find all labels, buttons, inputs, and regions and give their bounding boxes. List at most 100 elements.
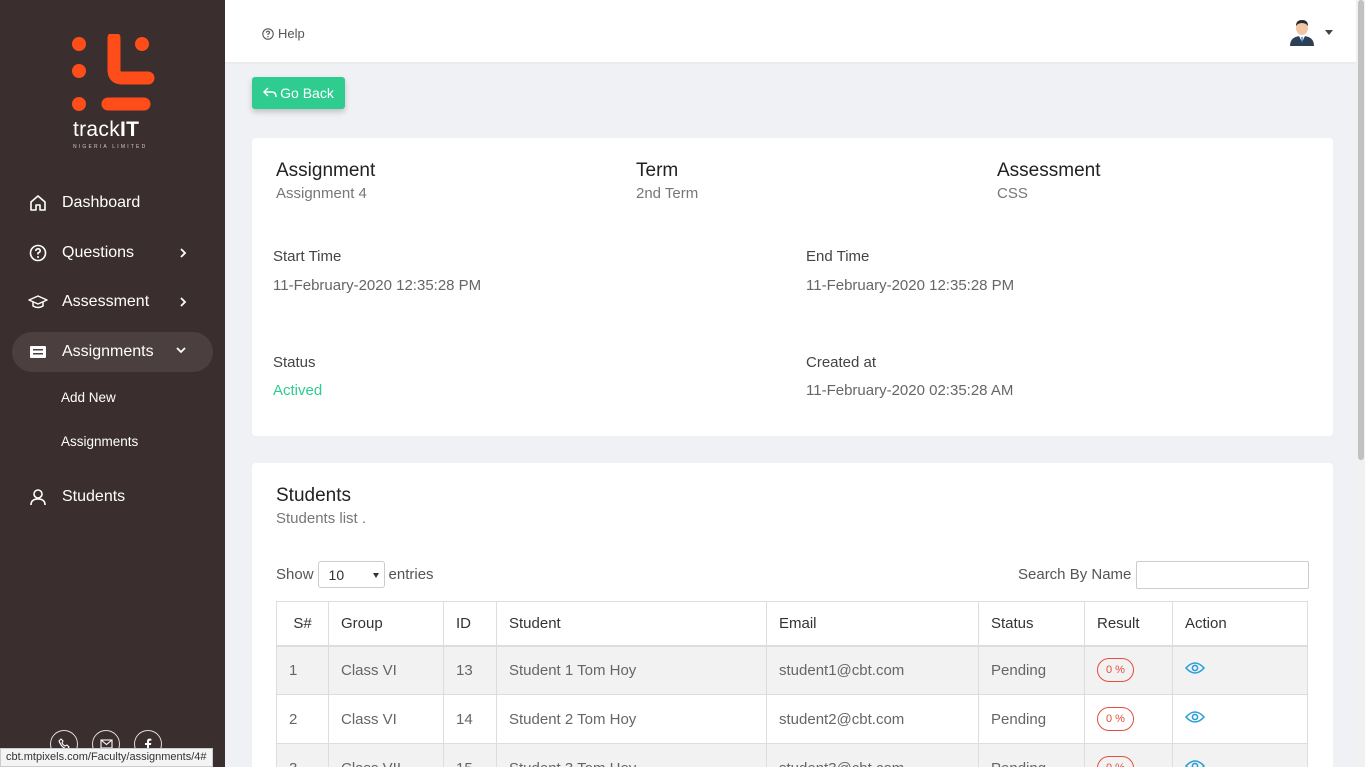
sidebar-item-questions[interactable]: Questions	[12, 233, 213, 273]
column-header[interactable]: ID	[443, 601, 497, 647]
result-badge: 0 %	[1097, 756, 1134, 767]
cell-group: Class VI	[328, 645, 444, 695]
assignments-icon	[28, 342, 48, 362]
cell-student: Student 2 Tom Hoy	[496, 694, 767, 744]
logo-text: trackIT	[73, 118, 140, 141]
avatar[interactable]	[1287, 16, 1317, 46]
help-link[interactable]: Help	[262, 26, 305, 41]
cell-result: 0 %	[1084, 645, 1173, 695]
created-at-value: 11-February-2020 02:35:28 AM	[806, 382, 1014, 399]
column-header[interactable]: Student	[496, 601, 767, 647]
help-circle-icon	[28, 243, 48, 263]
assignment-value: Assignment 4	[276, 185, 367, 202]
sidebar-item-label: Assessment	[62, 293, 150, 310]
eye-icon[interactable]	[1185, 661, 1205, 675]
end-time-label: End Time	[806, 248, 870, 265]
help-circle-icon	[262, 27, 274, 40]
term-title: Term	[636, 160, 679, 181]
chevron-down-icon[interactable]	[1325, 30, 1333, 35]
search-input[interactable]	[1136, 561, 1309, 589]
result-badge: 0 %	[1097, 658, 1134, 683]
assessment-title: Assessment	[997, 160, 1101, 181]
cell-id: 14	[443, 694, 497, 744]
table-header-row: S# Group ID Student Email Status Result …	[276, 601, 1308, 647]
cell-email: student1@cbt.com	[766, 645, 979, 695]
show-label: Show	[276, 566, 314, 583]
cell-status: Pending	[978, 743, 1085, 767]
entries-label: entries	[388, 566, 434, 583]
table-row: 3 Class VII 15 Student 3 Tom Hoy student…	[276, 743, 1308, 767]
column-header[interactable]: Email	[766, 601, 979, 647]
sidebar-item-assessment[interactable]: Assessment	[12, 282, 213, 322]
sidebar-subitem-assignments[interactable]: Assignments	[61, 434, 138, 449]
chevron-right-icon	[180, 297, 187, 307]
column-header[interactable]: Result	[1084, 601, 1173, 647]
go-back-label: Go Back	[280, 85, 334, 101]
entries-value: 10	[328, 566, 345, 583]
eye-icon[interactable]	[1185, 710, 1205, 724]
start-time-label: Start Time	[273, 248, 342, 265]
cell-id: 13	[443, 645, 497, 695]
eye-icon[interactable]	[1185, 759, 1205, 767]
cell-group: Class VI	[328, 694, 444, 744]
students-subtitle: Students list .	[276, 510, 367, 527]
help-label: Help	[278, 26, 305, 41]
students-icon	[28, 487, 48, 507]
table-row: 1 Class VI 13 Student 1 Tom Hoy student1…	[276, 645, 1308, 695]
dropdown-arrow-icon	[372, 573, 379, 578]
home-icon	[28, 193, 48, 213]
sidebar-item-dashboard[interactable]: Dashboard	[12, 183, 213, 223]
entries-control: Show 10 entries	[276, 561, 434, 588]
students-title: Students	[276, 485, 351, 506]
sidebar-item-label: Questions	[62, 244, 135, 261]
assignment-details-card: Assignment Assignment 4 Term 2nd Term As…	[252, 138, 1333, 436]
cell-student: Student 1 Tom Hoy	[496, 645, 767, 695]
column-header[interactable]: Status	[978, 601, 1085, 647]
status-bar-url: cbt.mtpixels.com/Faculty/assignments/4#	[0, 748, 213, 767]
search-label: Search By Name	[1018, 566, 1132, 583]
cell-id: 15	[443, 743, 497, 767]
sidebar-item-assignments[interactable]: Assignments	[12, 332, 213, 372]
column-header[interactable]: Action	[1172, 601, 1308, 647]
created-at-label: Created at	[806, 354, 877, 371]
go-back-button[interactable]: Go Back	[252, 77, 345, 109]
assignment-title: Assignment	[276, 160, 376, 181]
cell-result: 0 %	[1084, 694, 1173, 744]
table-row: 2 Class VI 14 Student 2 Tom Hoy student2…	[276, 694, 1308, 744]
term-value: 2nd Term	[636, 185, 699, 202]
column-header[interactable]: S#	[276, 601, 329, 647]
sidebar-subitem-add-new[interactable]: Add New	[61, 390, 116, 405]
top-bar: Help	[225, 0, 1356, 62]
cell-group: Class VII	[328, 743, 444, 767]
status-value: Actived	[273, 382, 323, 399]
sidebar-item-label: Students	[62, 488, 126, 505]
status-label: Status	[273, 354, 316, 371]
cell-status: Pending	[978, 645, 1085, 695]
sidebar-item-label: Assignments	[62, 343, 154, 360]
sidebar: trackIT NIGERIA LIMITED Dashboard Questi…	[0, 0, 225, 767]
students-card: Students Students list . Show 10 entries…	[252, 463, 1333, 767]
assessment-value: CSS	[997, 185, 1028, 202]
start-time-value: 11-February-2020 12:35:28 PM	[273, 277, 482, 294]
cell-action	[1172, 645, 1308, 695]
cell-student: Student 3 Tom Hoy	[496, 743, 767, 767]
cell-status: Pending	[978, 694, 1085, 744]
sidebar-item-label: Dashboard	[62, 194, 141, 211]
cell-action	[1172, 743, 1308, 767]
column-header[interactable]: Group	[328, 601, 444, 647]
graduation-cap-icon	[28, 292, 48, 312]
result-badge: 0 %	[1097, 707, 1134, 731]
cell-action	[1172, 694, 1308, 744]
scrollbar-thumb[interactable]	[1358, 0, 1364, 460]
entries-select[interactable]: 10	[317, 561, 385, 588]
chevron-right-icon	[180, 248, 187, 258]
reply-icon	[263, 87, 277, 98]
students-table: S# Group ID Student Email Status Result …	[276, 601, 1308, 767]
cell-email: student3@cbt.com	[766, 743, 979, 767]
logo-subtitle: NIGERIA LIMITED	[73, 144, 148, 150]
end-time-value: 11-February-2020 12:35:28 PM	[806, 277, 1015, 294]
cell-email: student2@cbt.com	[766, 694, 979, 744]
cell-sn: 2	[276, 694, 329, 744]
sidebar-item-students[interactable]: Students	[12, 477, 213, 517]
cell-sn: 3	[276, 743, 329, 767]
